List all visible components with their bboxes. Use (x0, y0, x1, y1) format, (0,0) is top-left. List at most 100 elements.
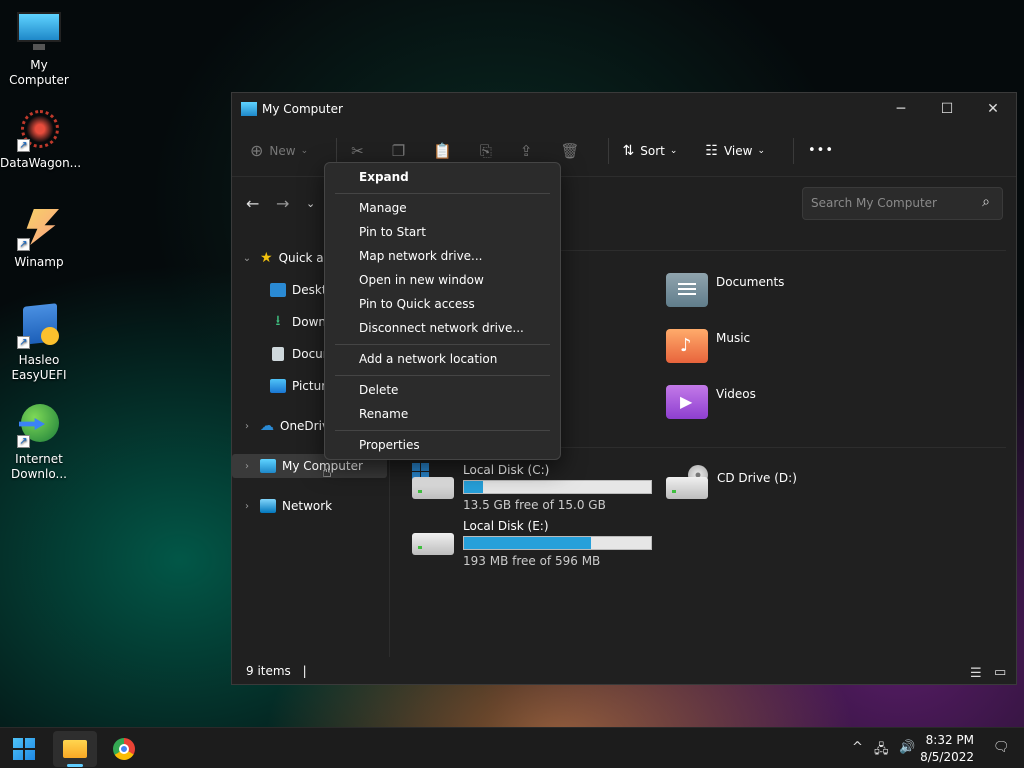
menu-item-pin-to-start[interactable]: Pin to Start (359, 225, 426, 239)
volume-icon[interactable]: 🔊 (899, 740, 915, 755)
menu-item-expand[interactable]: Expand (359, 170, 409, 184)
delete-button[interactable]: 🗑 (560, 142, 579, 160)
cut-button[interactable]: ✂ (351, 142, 364, 160)
search-icon: ⌕ (982, 194, 990, 210)
desktop-icon-label: Internet (15, 452, 63, 466)
shortcut-arrow-icon: ↗ (17, 336, 30, 349)
desktop-icon-winamp[interactable]: ↗ Winamp (0, 207, 78, 270)
menu-item-disconnect-network-drive[interactable]: Disconnect network drive... (359, 321, 524, 335)
computer-icon (260, 459, 276, 473)
view-button[interactable]: ☷ View ⌄ (705, 143, 765, 159)
more-options-button[interactable]: ••• (808, 143, 834, 158)
chevron-down-icon: ⌄ (669, 145, 678, 156)
desktop-icon-label: Winamp (14, 255, 64, 269)
menu-item-rename[interactable]: Rename (359, 407, 408, 421)
desktop-icon-label: EasyUEFI (11, 368, 67, 382)
folder-label: Music (716, 331, 751, 345)
rename-button[interactable]: ⎘ (480, 142, 492, 160)
menu-item-pin-quick-access[interactable]: Pin to Quick access (359, 297, 475, 311)
new-button[interactable]: ⊕ New ⌄ (250, 141, 308, 160)
copy-icon: ❐ (391, 141, 406, 160)
folder-label: Videos (716, 387, 756, 401)
back-button[interactable]: ← (246, 194, 276, 213)
show-hidden-icons-button[interactable]: ^ (852, 740, 863, 755)
drive-free-space: 193 MB free of 596 MB (463, 554, 601, 568)
music-folder-icon: ♪ (666, 329, 708, 363)
nav-item-pictures[interactable]: Pictur (250, 374, 326, 398)
view-icon: ☷ (705, 142, 718, 159)
window-title: My Computer (262, 102, 343, 116)
start-button[interactable] (2, 731, 46, 767)
nav-item-onedrive[interactable]: › ☁ OneDriv (232, 414, 329, 438)
desktop-icon-label: My Computer (9, 58, 69, 87)
clock-date: 8/5/2022 (920, 750, 974, 764)
nav-item-quick-access[interactable]: ⌄ ★ Quick a (232, 246, 324, 270)
nav-label: OneDriv (280, 419, 330, 433)
details-view-button[interactable]: ☰ (970, 666, 982, 681)
document-icon (272, 347, 284, 361)
menu-item-open-new-window[interactable]: Open in new window (359, 273, 484, 287)
clock[interactable]: 8:32 PM 8/5/2022 (920, 732, 974, 766)
taskbar-chrome[interactable] (102, 731, 146, 767)
forward-button[interactable]: → (276, 194, 306, 213)
search-input[interactable]: Search My Computer ⌕ (802, 187, 1003, 220)
desktop-icon-datawagon[interactable]: ↗ DataWagon... (0, 108, 81, 171)
menu-item-add-network-location[interactable]: Add a network location (359, 352, 497, 366)
more-icon: ••• (807, 143, 834, 158)
tiles-view-button[interactable]: ▭ (994, 665, 1006, 680)
minimize-button[interactable]: ─ (878, 93, 924, 125)
folder-videos[interactable]: ▶ Videos (666, 385, 756, 419)
close-button[interactable]: ✕ (970, 93, 1016, 125)
winamp-icon: ↗ (17, 207, 61, 251)
sort-icon: ⇅ (622, 142, 635, 159)
maximize-button[interactable]: ☐ (924, 93, 970, 125)
chevron-down-icon: ⌄ (306, 196, 316, 210)
windows-logo-icon (13, 738, 35, 760)
menu-item-properties[interactable]: Properties (359, 438, 420, 452)
chevron-down-icon[interactable]: ⌄ (240, 253, 254, 264)
nav-item-network[interactable]: › Network (232, 494, 332, 518)
folder-music[interactable]: ♪ Music (666, 329, 750, 363)
arrow-right-icon: → (276, 193, 290, 213)
paste-button[interactable]: 📋 (433, 142, 452, 160)
desktop-icon-my-computer[interactable]: My Computer (0, 10, 78, 88)
cd-drive-icon (666, 477, 708, 499)
desktop-icon-easyuefi[interactable]: ↗ Hasleo EasyUEFI (0, 303, 78, 383)
nav-item-desktop[interactable]: Deskto (250, 278, 334, 302)
picture-icon (270, 379, 286, 393)
drive-usage-bar (463, 480, 652, 494)
nav-label: Network (282, 499, 333, 513)
menu-separator (335, 430, 550, 431)
chevron-right-icon[interactable]: › (240, 501, 254, 512)
monitor-icon (17, 10, 61, 54)
sort-button[interactable]: ⇅ Sort ⌄ (623, 143, 678, 159)
chevron-right-icon[interactable]: › (240, 421, 254, 432)
chevron-down-icon: ⌄ (300, 145, 309, 156)
documents-folder-icon (666, 273, 708, 307)
easyuefi-icon: ↗ (17, 303, 61, 349)
network-tray-icon[interactable]: 🖧 (874, 740, 889, 762)
nav-item-downloads[interactable]: ⭳ Downl (250, 310, 330, 334)
scissors-icon: ✂ (351, 141, 364, 160)
desktop-icon-internet-download[interactable]: ↗ Internet Downlo... (0, 404, 78, 482)
menu-separator (335, 344, 550, 345)
taskbar-file-explorer[interactable] (53, 731, 97, 767)
computer-icon (241, 102, 257, 116)
drive-usage-bar (463, 536, 652, 550)
copy-button[interactable]: ❐ (392, 142, 405, 160)
context-menu: Expand Manage Pin to Start Map network d… (324, 162, 561, 460)
shortcut-arrow-icon: ↗ (17, 435, 30, 448)
toolbar-divider (336, 137, 338, 164)
folder-documents[interactable]: Documents (666, 273, 784, 307)
trash-icon: 🗑 (560, 141, 580, 160)
title-bar[interactable]: My Computer ─ ☐ ✕ (232, 93, 1016, 125)
menu-item-map-network-drive[interactable]: Map network drive... (359, 249, 483, 263)
menu-item-manage[interactable]: Manage (359, 201, 407, 215)
chevron-right-icon[interactable]: › (240, 461, 254, 472)
nav-item-documents[interactable]: Docum (250, 342, 334, 366)
share-button[interactable]: ⇪ (520, 142, 533, 160)
hard-drive-icon (412, 477, 454, 499)
menu-item-delete[interactable]: Delete (359, 383, 398, 397)
drive-usage-fill (464, 481, 483, 493)
notification-icon[interactable]: 🗨 (993, 740, 1010, 755)
